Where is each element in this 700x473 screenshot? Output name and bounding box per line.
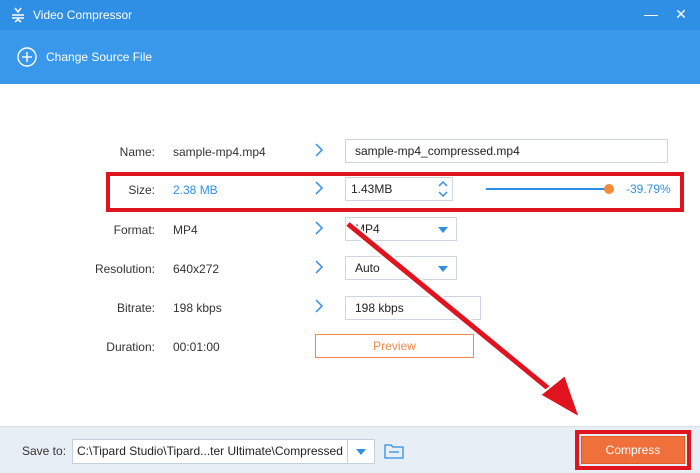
chevron-down-icon <box>438 227 448 233</box>
save-to-label: Save to: <box>22 444 67 458</box>
output-bitrate-field[interactable]: 198 kbps <box>345 296 481 320</box>
output-name-field[interactable]: sample-mp4_compressed.mp4 <box>345 139 668 163</box>
chevron-down-icon <box>438 266 448 272</box>
toolbar: Change Source File <box>0 30 700 84</box>
close-button[interactable]: ✕ <box>671 4 691 24</box>
source-bitrate-value: 198 kbps <box>173 301 222 315</box>
save-path-field[interactable]: C:\Tipard Studio\Tipard...ter Ultimate\C… <box>72 439 348 464</box>
name-label: Name: <box>119 145 155 159</box>
resolution-select[interactable]: Auto <box>345 256 457 280</box>
chevron-right-icon <box>315 143 324 157</box>
chevron-right-icon <box>315 221 324 235</box>
source-duration-value: 00:01:00 <box>173 340 220 354</box>
preview-button[interactable]: Preview <box>315 334 474 358</box>
chevron-down-icon <box>356 449 366 455</box>
format-select[interactable]: MP4 <box>345 217 457 241</box>
minimize-button[interactable]: — <box>641 4 661 24</box>
resolution-selected-value: Auto <box>355 261 380 275</box>
chevron-right-icon <box>315 260 324 274</box>
compress-icon <box>12 7 24 23</box>
title-bar: Video Compressor — ✕ <box>0 0 700 30</box>
format-label: Format: <box>113 223 155 237</box>
folder-icon[interactable] <box>384 442 404 460</box>
source-format-value: MP4 <box>173 223 198 237</box>
save-path-dropdown[interactable] <box>347 439 375 464</box>
window-title: Video Compressor <box>33 8 133 22</box>
source-resolution-value: 640x272 <box>173 262 220 276</box>
source-name-value: sample-mp4.mp4 <box>173 145 266 159</box>
chevron-right-icon <box>315 299 324 313</box>
format-selected-value: MP4 <box>355 222 380 236</box>
change-source-file-button[interactable]: Change Source File <box>46 50 152 64</box>
bitrate-label: Bitrate: <box>116 301 155 315</box>
duration-label: Duration: <box>106 340 155 354</box>
plus-circle-icon[interactable] <box>17 47 37 67</box>
compress-button[interactable]: Compress <box>581 436 685 464</box>
size-row-highlight <box>106 172 684 212</box>
resolution-label: Resolution: <box>94 262 155 276</box>
